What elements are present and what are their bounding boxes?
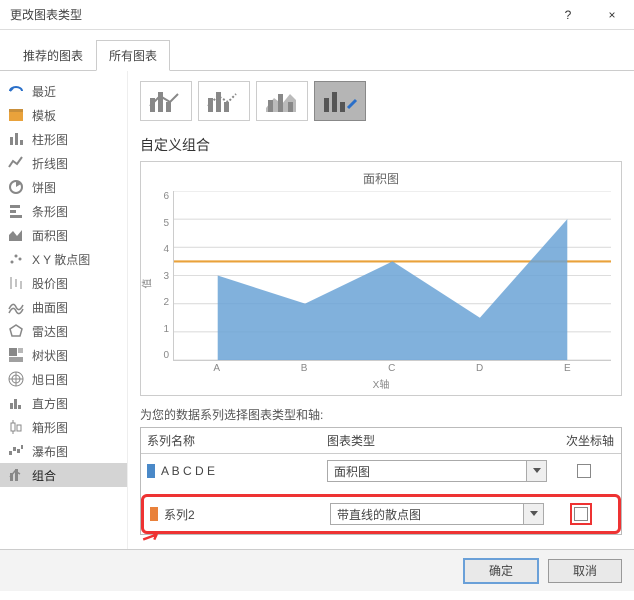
sidebar-item-9[interactable]: 曲面图 <box>0 295 127 319</box>
chart-type-icon <box>8 107 24 123</box>
sidebar-item-14[interactable]: 箱形图 <box>0 415 127 439</box>
y-axis: 6543210 <box>151 191 173 361</box>
titlebar: 更改图表类型 ? × <box>0 0 634 30</box>
variant-2[interactable] <box>198 81 250 121</box>
section-title: 自定义组合 <box>140 135 622 155</box>
sidebar-item-10[interactable]: 雷达图 <box>0 319 127 343</box>
chart-type-icon <box>8 203 24 219</box>
sidebar-item-16[interactable]: 组合 <box>0 463 127 487</box>
chart-type-icon <box>8 443 24 459</box>
sidebar-item-label: 饼图 <box>32 179 56 196</box>
col-name-header: 系列名称 <box>141 428 321 453</box>
combo-icon <box>148 88 184 114</box>
tab-bar: 推荐的图表 所有图表 <box>0 30 634 71</box>
combo-icon <box>264 88 300 114</box>
chart-type-icon <box>8 155 24 171</box>
series-swatch <box>150 507 158 521</box>
series-header: 系列名称 图表类型 次坐标轴 <box>141 428 621 454</box>
series-instruction: 为您的数据系列选择图表类型和轴: <box>140 406 622 423</box>
sidebar-item-label: 组合 <box>32 467 56 484</box>
chevron-down-icon <box>526 461 546 481</box>
sidebar-item-label: 直方图 <box>32 395 68 412</box>
series-table: 系列名称 图表类型 次坐标轴 A B C D E 面积图 <box>140 427 622 535</box>
x-axis: ABCDE <box>173 363 611 374</box>
sidebar-item-0[interactable]: 最近 <box>0 79 127 103</box>
variant-4-selected[interactable] <box>314 81 366 121</box>
sidebar-item-7[interactable]: X Y 散点图 <box>0 247 127 271</box>
chart-type-icon <box>8 323 24 339</box>
sidebar-item-label: 股价图 <box>32 275 68 292</box>
variant-row <box>140 81 622 121</box>
chart-title: 面积图 <box>151 170 611 187</box>
x-axis-label: X轴 <box>151 376 611 391</box>
secondary-axis-checkbox[interactable] <box>574 507 588 521</box>
variant-1[interactable] <box>140 81 192 121</box>
sidebar-item-label: 雷达图 <box>32 323 68 340</box>
y-axis-label: 值 <box>139 279 154 289</box>
chart-type-sidebar: 最近模板柱形图折线图饼图条形图面积图 X Y 散点图股价图曲面图雷达图树状图旭日图… <box>0 71 128 549</box>
sidebar-item-12[interactable]: 旭日图 <box>0 367 127 391</box>
chart-type-icon <box>8 251 24 267</box>
sidebar-item-label: 面积图 <box>32 227 68 244</box>
secondary-axis-checkbox[interactable] <box>577 464 591 478</box>
sidebar-item-label: 条形图 <box>32 203 68 220</box>
series-name: 系列2 <box>164 506 324 523</box>
cancel-button[interactable]: 取消 <box>548 559 622 583</box>
sidebar-item-label: 柱形图 <box>32 131 68 148</box>
sidebar-item-label: 瀑布图 <box>32 443 68 460</box>
chart-plot <box>173 191 611 361</box>
sidebar-item-11[interactable]: 树状图 <box>0 343 127 367</box>
chart-type-icon <box>8 467 24 483</box>
series-type-select[interactable]: 面积图 <box>327 460 547 482</box>
sidebar-item-5[interactable]: 条形图 <box>0 199 127 223</box>
series-swatch <box>147 464 155 478</box>
chevron-down-icon <box>523 504 543 524</box>
chart-type-icon <box>8 395 24 411</box>
chart-type-icon <box>8 131 24 147</box>
series-type-select[interactable]: 带直线的散点图 <box>330 503 544 525</box>
combo-custom-icon <box>322 88 358 114</box>
series-row-1: A B C D E 面积图 <box>141 454 621 488</box>
sidebar-item-label: 折线图 <box>32 155 68 172</box>
series-row-2-highlighted: 系列2 带直线的散点图 <box>141 494 621 534</box>
chart-type-icon <box>8 419 24 435</box>
sidebar-item-15[interactable]: 瀑布图 <box>0 439 127 463</box>
tab-all[interactable]: 所有图表 <box>96 40 170 71</box>
dialog-footer: 确定 取消 <box>0 549 634 591</box>
chart-preview: 面积图 值 6543210 ABCDE X轴 <box>140 161 622 396</box>
sidebar-item-6[interactable]: 面积图 <box>0 223 127 247</box>
chart-type-icon <box>8 275 24 291</box>
series-name: A B C D E <box>161 464 321 478</box>
sidebar-item-label: 最近 <box>32 83 56 100</box>
chart-type-icon <box>8 227 24 243</box>
sidebar-item-label: 树状图 <box>32 347 68 364</box>
sidebar-item-1[interactable]: 模板 <box>0 103 127 127</box>
combo-icon <box>206 88 242 114</box>
sidebar-item-label: 模板 <box>32 107 56 124</box>
sidebar-item-2[interactable]: 柱形图 <box>0 127 127 151</box>
sidebar-item-8[interactable]: 股价图 <box>0 271 127 295</box>
sidebar-item-4[interactable]: 饼图 <box>0 175 127 199</box>
variant-3[interactable] <box>256 81 308 121</box>
sidebar-item-label: 箱形图 <box>32 419 68 436</box>
chart-type-icon <box>8 179 24 195</box>
main-panel: 自定义组合 面积图 值 6543210 ABCDE X轴 为您的数据系列选择图表… <box>128 71 634 549</box>
col-axis-header: 次坐标轴 <box>559 428 621 453</box>
chart-type-icon <box>8 347 24 363</box>
tab-recommended[interactable]: 推荐的图表 <box>10 40 96 71</box>
sidebar-item-13[interactable]: 直方图 <box>0 391 127 415</box>
col-type-header: 图表类型 <box>321 428 559 453</box>
window-title: 更改图表类型 <box>10 6 546 23</box>
chart-type-icon <box>8 83 24 99</box>
sidebar-item-label: X Y 散点图 <box>32 251 90 268</box>
ok-button[interactable]: 确定 <box>464 559 538 583</box>
sidebar-item-label: 曲面图 <box>32 299 68 316</box>
sidebar-item-3[interactable]: 折线图 <box>0 151 127 175</box>
close-button[interactable]: × <box>590 0 634 30</box>
sidebar-item-label: 旭日图 <box>32 371 68 388</box>
chart-type-icon <box>8 371 24 387</box>
help-button[interactable]: ? <box>546 0 590 30</box>
chart-type-icon <box>8 299 24 315</box>
